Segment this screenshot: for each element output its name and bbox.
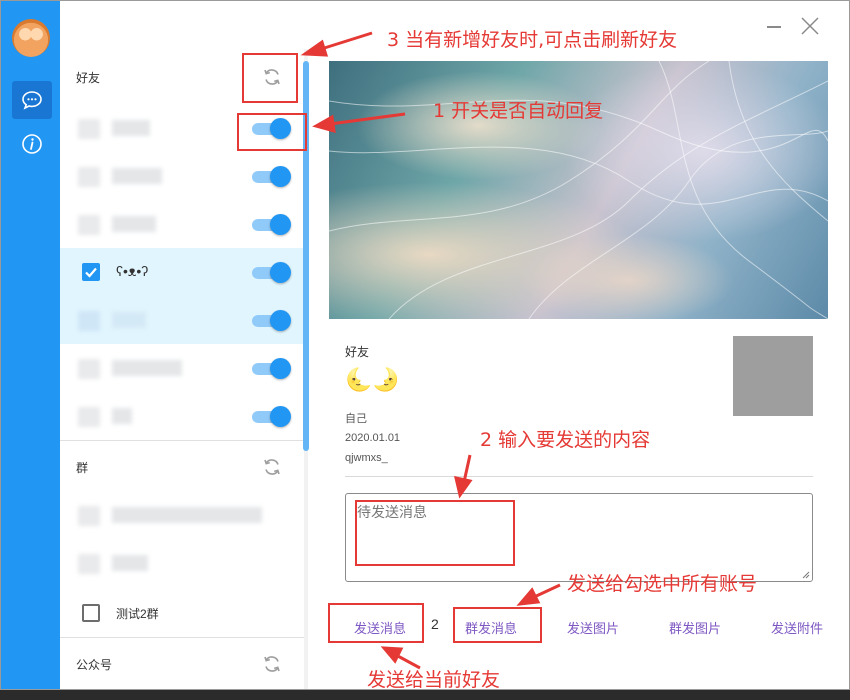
info-icon [22, 134, 42, 154]
chat-bubble-icon [22, 91, 42, 110]
friend-row[interactable] [60, 392, 305, 440]
annotation-toggle-text: 1 开关是否自动回复 [433, 100, 604, 122]
nav-rail [1, 1, 60, 689]
friend-row[interactable] [60, 152, 305, 200]
avatar[interactable] [12, 19, 50, 57]
friend-row[interactable] [60, 296, 305, 344]
friend-avatar-blurred [78, 215, 100, 235]
profile-date: 2020.01.01 [345, 432, 401, 444]
group-row[interactable] [60, 491, 305, 539]
auto-reply-toggle[interactable] [252, 166, 291, 187]
auto-reply-toggle[interactable] [252, 358, 291, 379]
group-image-button[interactable]: 群发图片 [669, 618, 721, 637]
group-row[interactable]: 测试2群 [60, 588, 305, 636]
annotation-input-text: 2 输入要发送的内容 [480, 429, 651, 451]
close-icon[interactable] [799, 15, 821, 37]
annotation-box-group-send [453, 607, 542, 643]
group-name-blurred [112, 507, 262, 523]
contact-list-panel: 好友 ʕ•ᴥ•ʔ 群 测试2群 公众号 [60, 1, 305, 689]
refresh-official-icon[interactable] [261, 653, 283, 675]
auto-reply-toggle[interactable] [252, 310, 291, 331]
friend-avatar-blurred [78, 167, 100, 187]
profile-divider [345, 476, 813, 477]
annotation-box-refresh [242, 53, 298, 103]
annotation-box-toggle [237, 113, 307, 151]
resize-grip-icon[interactable] [802, 571, 810, 579]
friend-name-blurred [112, 216, 156, 232]
friend-name-blurred [112, 168, 162, 184]
friend-checkbox[interactable] [82, 263, 100, 281]
info-nav-button[interactable] [12, 125, 52, 163]
friend-name-blurred [112, 360, 182, 376]
annotation-send-text: 发送给当前好友 [367, 669, 501, 691]
friend-avatar-blurred [78, 359, 100, 379]
friend-avatar-blurred [78, 311, 100, 331]
friend-name-blurred [112, 312, 146, 328]
minimize-button[interactable] [767, 26, 781, 28]
friend-row[interactable] [60, 200, 305, 248]
group-name-blurred [112, 555, 148, 571]
group-avatar-blurred [78, 554, 100, 574]
friend-row[interactable] [60, 344, 305, 392]
refresh-groups-icon[interactable] [261, 456, 283, 478]
groups-section-title: 群 [76, 460, 89, 475]
profile-account: qjwmxs_ [345, 452, 388, 464]
auto-reply-toggle[interactable] [252, 406, 291, 427]
groups-section-header: 群 [60, 441, 305, 493]
profile-qr-placeholder [733, 336, 813, 416]
send-attachment-button[interactable]: 发送附件 [771, 618, 823, 637]
friend-row-selected[interactable]: ʕ•ᴥ•ʔ [60, 248, 305, 296]
annotation-box-input [355, 500, 515, 566]
chat-nav-button[interactable] [12, 81, 52, 119]
annotation-refresh-text: 3 当有新增好友时,可点击刷新好友 [387, 29, 678, 51]
group-checkbox[interactable] [82, 604, 100, 622]
group-avatar-blurred [78, 506, 100, 526]
friend-name-blurred [112, 120, 150, 136]
friend-avatar-blurred [78, 119, 100, 139]
group-name: 测试2群 [116, 607, 159, 621]
auto-reply-toggle[interactable] [252, 214, 291, 235]
auto-reply-toggle[interactable] [252, 262, 291, 283]
annotation-box-send [328, 603, 424, 643]
official-section-header: 公众号 [60, 638, 305, 689]
friend-name-blurred [112, 408, 132, 424]
friend-name: ʕ•ᴥ•ʔ [116, 263, 149, 279]
group-row[interactable] [60, 539, 305, 587]
friend-avatar-blurred [78, 407, 100, 427]
annotation-group-send-text: 发送给勾选中所有账号 [567, 573, 758, 595]
friends-section-title: 好友 [76, 70, 101, 85]
profile-name: 🌜🌛 [345, 367, 400, 392]
profile-remark: 自己 [345, 413, 367, 425]
official-section-title: 公众号 [76, 657, 113, 672]
send-image-button[interactable]: 发送图片 [567, 618, 619, 637]
profile-label: 好友 [345, 345, 370, 359]
annotation-step-number: 2 [431, 616, 439, 632]
check-icon [85, 267, 97, 278]
